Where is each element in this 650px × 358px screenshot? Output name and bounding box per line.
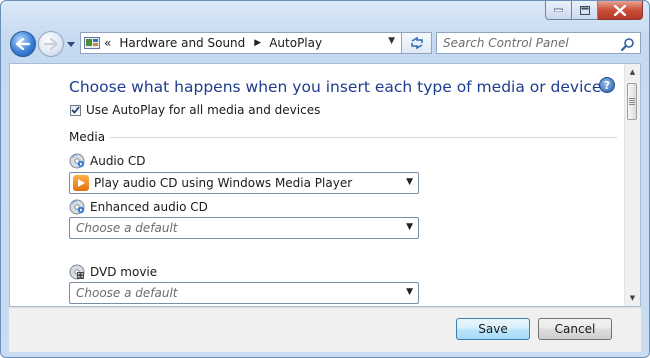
chevron-down-icon	[67, 41, 75, 47]
back-arrow-icon	[16, 38, 30, 50]
media-item-enhanced-audio-cd: Enhanced audio CD	[69, 199, 208, 215]
minimize-icon	[554, 8, 563, 12]
search-input[interactable]	[443, 36, 618, 50]
scroll-thumb[interactable]	[627, 83, 637, 120]
content-pane: ? Choose what happens when you insert ea…	[9, 63, 641, 307]
media-item-dvd-movie: DVD movie	[69, 264, 157, 280]
dvd-icon	[69, 264, 85, 280]
dvd-movie-action-select[interactable]: Choose a default ▼	[69, 282, 419, 304]
vertical-scrollbar[interactable]: ▲ ▼	[624, 64, 640, 306]
close-icon	[614, 4, 626, 16]
forward-button[interactable]	[38, 31, 64, 57]
media-item-audio-cd: Audio CD	[69, 153, 146, 169]
section-header-media: Media	[69, 130, 617, 144]
media-item-label: Enhanced audio CD	[90, 200, 208, 214]
checkbox-checked-icon[interactable]	[70, 104, 81, 116]
address-bar[interactable]: « Hardware and Sound ▶ AutoPlay ▼	[80, 32, 402, 54]
breadcrumb-autoplay[interactable]: AutoPlay	[269, 36, 322, 50]
cd-icon	[69, 199, 85, 215]
scroll-up-icon[interactable]: ▲	[625, 64, 640, 80]
cd-icon	[69, 153, 85, 169]
address-dropdown-icon[interactable]: ▼	[388, 36, 395, 46]
select-placeholder: Choose a default	[76, 221, 178, 235]
minimize-button[interactable]	[545, 1, 572, 20]
breadcrumb-separator-icon[interactable]: ▶	[254, 38, 261, 48]
section-title: Media	[69, 130, 106, 144]
forward-arrow-icon	[44, 38, 58, 50]
dialog-footer: Save Cancel	[9, 307, 641, 352]
search-icon[interactable]	[621, 36, 635, 55]
save-button[interactable]: Save	[456, 318, 530, 340]
media-item-label: Audio CD	[90, 154, 146, 168]
audio-cd-action-select[interactable]: Play audio CD using Windows Media Player…	[69, 172, 419, 194]
maximize-icon	[579, 5, 590, 15]
media-item-label: DVD movie	[90, 265, 158, 279]
enhanced-audio-cd-action-select[interactable]: Choose a default ▼	[69, 217, 419, 239]
use-autoplay-label: Use AutoPlay for all media and devices	[86, 103, 321, 117]
breadcrumb-hardware-and-sound[interactable]: Hardware and Sound	[119, 36, 245, 50]
search-box[interactable]	[436, 32, 641, 54]
navigation-bar: « Hardware and Sound ▶ AutoPlay ▼	[1, 27, 649, 63]
cancel-button[interactable]: Cancel	[538, 318, 612, 340]
back-button[interactable]	[10, 31, 36, 57]
window-controls	[545, 1, 643, 21]
dropdown-arrow-icon[interactable]: ▼	[406, 287, 413, 297]
close-button[interactable]	[598, 1, 643, 20]
select-placeholder: Choose a default	[76, 286, 178, 300]
windows-media-player-icon	[73, 175, 89, 191]
dropdown-arrow-icon[interactable]: ▼	[406, 177, 413, 187]
select-value: Play audio CD using Windows Media Player	[94, 176, 353, 190]
use-autoplay-checkbox[interactable]: Use AutoPlay for all media and devices	[70, 103, 320, 117]
section-divider	[110, 136, 617, 138]
dropdown-arrow-icon[interactable]: ▼	[406, 222, 413, 232]
recent-pages-button[interactable]	[66, 39, 76, 49]
autoplay-window: « Hardware and Sound ▶ AutoPlay ▼ ? Choo…	[0, 0, 650, 358]
maximize-button[interactable]	[572, 1, 598, 20]
refresh-icon	[410, 36, 423, 50]
refresh-button[interactable]	[402, 32, 432, 54]
breadcrumb-overflow[interactable]: «	[104, 36, 111, 50]
control-panel-icon	[84, 35, 100, 51]
page-title: Choose what happens when you insert each…	[69, 78, 602, 96]
scroll-down-icon[interactable]: ▼	[625, 290, 640, 306]
